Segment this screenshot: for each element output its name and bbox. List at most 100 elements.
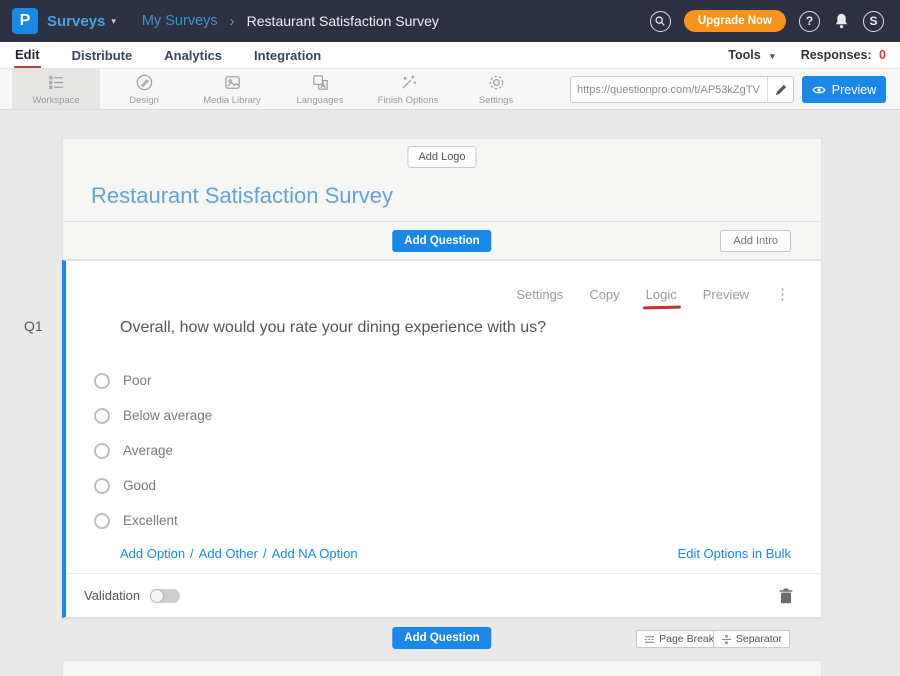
chevron-down-icon: ▾ xyxy=(770,51,775,61)
toolbar-label: Design xyxy=(129,95,159,106)
question-action-links: Settings Copy Logic Preview ⋮ xyxy=(66,261,821,303)
tools-label: Tools xyxy=(728,48,760,62)
next-section-strip xyxy=(62,660,822,676)
option-label[interactable]: Good xyxy=(123,478,156,493)
workspace-icon xyxy=(47,73,66,92)
tools-menu[interactable]: Tools ▾ xyxy=(728,48,774,62)
design-icon xyxy=(135,73,154,92)
separator-icon xyxy=(721,634,732,645)
tab-integration[interactable]: Integration xyxy=(253,44,322,67)
breadcrumb-my-surveys[interactable]: My Surveys xyxy=(142,13,218,29)
link-separator: / xyxy=(263,546,267,561)
tab-edit[interactable]: Edit xyxy=(14,43,41,68)
settings-gear-icon xyxy=(487,73,506,92)
add-na-option-link[interactable]: Add NA Option xyxy=(272,546,358,561)
toggle-knob xyxy=(151,590,163,602)
toolbar-item-design[interactable]: Design xyxy=(100,69,188,109)
toolbar-item-settings[interactable]: Settings xyxy=(452,69,540,109)
option-label[interactable]: Poor xyxy=(123,373,152,388)
toolbar-label: Workspace xyxy=(32,95,79,106)
option-row: Good xyxy=(94,468,821,503)
add-option-link[interactable]: Add Option xyxy=(120,546,185,561)
eye-icon xyxy=(812,85,826,95)
toolbar-item-media-library[interactable]: Media Library xyxy=(188,69,276,109)
toolbar-item-languages[interactable]: Languages xyxy=(276,69,364,109)
chevron-down-icon: ▾ xyxy=(111,16,116,27)
validation-row: Validation xyxy=(66,573,821,617)
validation-label: Validation xyxy=(84,588,140,603)
product-switcher[interactable]: Surveys xyxy=(47,13,105,30)
page-break-label: Page Break xyxy=(659,633,714,645)
radio-button[interactable] xyxy=(94,443,110,459)
upgrade-now-button[interactable]: Upgrade Now xyxy=(684,10,786,32)
option-label[interactable]: Below average xyxy=(123,408,212,423)
main-nav: Edit Distribute Analytics Integration To… xyxy=(0,42,900,69)
page-break-icon xyxy=(644,634,655,645)
editor-toolbar: Workspace Design Media Library Languages… xyxy=(0,69,900,110)
add-question-button-top[interactable]: Add Question xyxy=(392,230,491,252)
top-bar: P Surveys ▾ My Surveys › Restaurant Sati… xyxy=(0,0,900,42)
tab-analytics[interactable]: Analytics xyxy=(163,44,223,67)
separator-button[interactable]: Separator xyxy=(713,630,790,648)
option-row: Excellent xyxy=(94,503,821,538)
responses-counter[interactable]: Responses: 0 xyxy=(801,48,886,62)
link-separator: / xyxy=(190,546,194,561)
preview-button[interactable]: Preview xyxy=(802,76,886,103)
question-preview-link[interactable]: Preview xyxy=(703,287,749,302)
media-library-icon xyxy=(223,73,242,92)
questionpro-logo[interactable]: P xyxy=(12,8,38,34)
question-number: Q1 xyxy=(24,318,43,334)
question-options: Poor Below average Average Good Excellen… xyxy=(94,363,821,538)
radio-button[interactable] xyxy=(94,408,110,424)
breadcrumb-separator-icon: › xyxy=(230,13,235,30)
toolbar-label: Media Library xyxy=(203,95,261,106)
bottom-actions-row: Add Question Page Break Separator xyxy=(62,618,822,660)
add-intro-button[interactable]: Add Intro xyxy=(720,230,791,252)
survey-title[interactable]: Restaurant Satisfaction Survey xyxy=(91,183,393,209)
separator-label: Separator xyxy=(736,633,782,645)
question-card: Settings Copy Logic Preview ⋮ Overall, h… xyxy=(62,260,822,618)
toolbar-item-workspace[interactable]: Workspace xyxy=(12,69,100,109)
question-more-menu-icon[interactable]: ⋮ xyxy=(775,285,791,303)
breadcrumb-survey-title: Restaurant Satisfaction Survey xyxy=(247,13,439,29)
question-copy-link[interactable]: Copy xyxy=(589,287,619,302)
share-url-input[interactable] xyxy=(571,84,767,96)
question-logic-link[interactable]: Logic xyxy=(646,287,677,302)
finish-options-icon xyxy=(399,73,418,92)
survey-header: Add Logo Restaurant Satisfaction Survey xyxy=(62,138,822,222)
radio-button[interactable] xyxy=(94,373,110,389)
validation-toggle[interactable] xyxy=(150,589,180,603)
survey-canvas: Add Logo Restaurant Satisfaction Survey … xyxy=(62,138,822,676)
option-row: Poor xyxy=(94,363,821,398)
toolbar-label: Finish Options xyxy=(378,95,439,106)
tab-distribute[interactable]: Distribute xyxy=(71,44,134,67)
nav-right: Tools ▾ Responses: 0 xyxy=(728,48,886,62)
option-row: Average xyxy=(94,433,821,468)
edit-url-pencil-icon[interactable] xyxy=(767,77,793,102)
survey-actions-row: Add Question Add Intro xyxy=(62,222,822,260)
question-settings-link[interactable]: Settings xyxy=(516,287,563,302)
radio-button[interactable] xyxy=(94,513,110,529)
add-logo-button[interactable]: Add Logo xyxy=(407,146,476,168)
edit-options-in-bulk-link[interactable]: Edit Options in Bulk xyxy=(678,546,791,561)
radio-button[interactable] xyxy=(94,478,110,494)
help-icon[interactable]: ? xyxy=(799,11,820,32)
toolbar-item-finish-options[interactable]: Finish Options xyxy=(364,69,452,109)
page-break-button[interactable]: Page Break xyxy=(636,630,722,648)
share-url-box xyxy=(570,76,794,103)
notifications-bell-icon[interactable] xyxy=(833,12,850,30)
option-row: Below average xyxy=(94,398,821,433)
breadcrumb: My Surveys › Restaurant Satisfaction Sur… xyxy=(142,13,439,30)
toolbar-label: Languages xyxy=(296,95,343,106)
add-question-button-bottom[interactable]: Add Question xyxy=(392,627,491,649)
search-icon[interactable] xyxy=(650,11,671,32)
toolbar-label: Settings xyxy=(479,95,513,106)
delete-question-trash-icon[interactable] xyxy=(779,588,793,604)
option-label[interactable]: Average xyxy=(123,443,173,458)
question-text[interactable]: Overall, how would you rate your dining … xyxy=(120,319,821,337)
logic-label: Logic xyxy=(646,287,677,302)
add-other-link[interactable]: Add Other xyxy=(199,546,258,561)
option-label[interactable]: Excellent xyxy=(123,513,178,528)
responses-label: Responses: xyxy=(801,48,872,62)
avatar[interactable]: S xyxy=(863,11,884,32)
